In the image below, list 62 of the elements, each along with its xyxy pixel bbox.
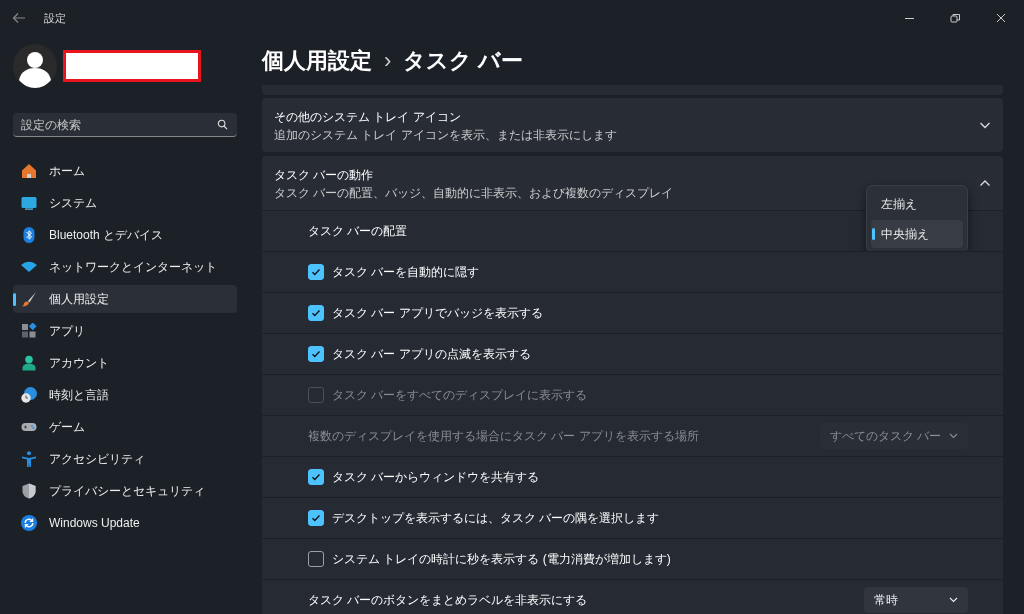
restore-icon[interactable] [949,12,961,24]
sidebar-item[interactable]: ゲーム [13,413,237,441]
dropdown[interactable]: 常時 [864,587,968,613]
checkmark-icon [311,349,321,359]
setting-label: タスク バーの配置 [308,222,408,240]
setting-label: タスク バーからウィンドウを共有する [332,468,540,486]
globe-clock-icon [21,387,37,403]
search-icon[interactable] [217,119,228,130]
shield-icon [21,483,37,499]
app-grid-icon [21,323,37,339]
back-arrow-icon[interactable] [12,11,26,25]
checkbox[interactable] [308,551,324,567]
sidebar-item[interactable]: 時刻と言語 [13,381,237,409]
search-field[interactable]: 設定の検索 [13,113,237,137]
sync-circle-icon [21,515,37,531]
setting-label: タスク バーのボタンをまとめラベルを非表示にする [308,591,588,609]
sidebar-item[interactable]: ホーム [13,157,237,185]
monitor-icon [21,195,37,211]
menu-option[interactable]: 左揃え [871,190,963,218]
section-description: タスク バーの配置、バッジ、自動的に非表示、および複数のディスプレイ [274,185,674,200]
page-title: タスク バー [403,46,524,75]
bluetooth-icon [21,227,37,243]
breadcrumb-parent[interactable]: 個人用設定 [262,45,372,76]
sidebar-item[interactable]: 個人用設定 [13,285,237,313]
sidebar-item[interactable]: Windows Update [13,509,237,537]
checkmark-icon [311,267,321,277]
setting-label: タスク バー アプリでバッジを表示する [332,304,543,322]
person-icon [21,355,37,371]
checkbox[interactable] [308,305,324,321]
menu-option[interactable]: 中央揃え [871,220,963,248]
setting-label: 複数のディスプレイを使用する場合にタスク バー アプリを表示する場所 [308,427,699,445]
setting-label: システム トレイの時計に秒を表示する (電力消費が増加します) [332,550,671,568]
sidebar-item[interactable]: アプリ [13,317,237,345]
checkbox[interactable] [308,510,324,526]
wifi-icon [21,259,37,275]
checkmark-icon [311,308,321,318]
sidebar-item[interactable]: アカウント [13,349,237,377]
setting-label: デスクトップを表示するには、タスク バーの隅を選択します [332,509,660,527]
checkmark-icon [311,472,321,482]
checkmark-icon [311,513,321,523]
sidebar-item[interactable]: Bluetooth とデバイス [13,221,237,249]
sidebar-item[interactable]: システム [13,189,237,217]
avatar-icon [13,44,57,88]
checkbox[interactable] [308,469,324,485]
checkbox[interactable] [308,346,324,362]
setting-label: タスク バーをすべてのディスプレイに表示する [332,386,588,404]
window-title: 設定 [44,10,66,26]
section-title: その他のシステム トレイ アイコン [274,108,461,126]
setting-label: タスク バーを自動的に隠す [332,263,480,281]
chevron-down-icon [949,433,958,439]
sidebar-item[interactable]: アクセシビリティ [13,445,237,473]
house-icon [21,163,37,179]
accessibility-figure-icon [21,451,37,467]
setting-label: タスク バー アプリの点滅を表示する [332,345,531,363]
sidebar-item[interactable]: ネットワークとインターネット [13,253,237,281]
section-title: タスク バーの動作 [274,166,374,184]
section-description: 追加のシステム トレイ アイコンを表示、または非表示にします [274,127,617,142]
checkbox[interactable] [308,264,324,280]
chevron-down-icon [949,597,958,603]
sidebar-item[interactable]: プライバシーとセキュリティ [13,477,237,505]
breadcrumb-separator: › [384,47,392,74]
close-icon[interactable] [995,12,1007,24]
